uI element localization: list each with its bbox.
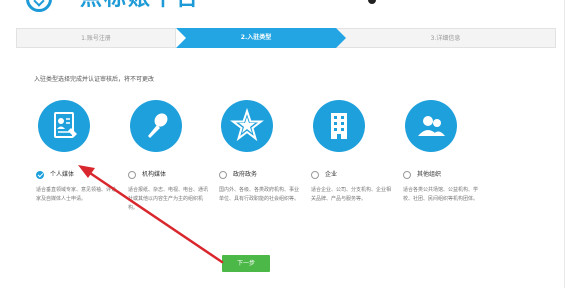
step-account-register: 1.账号注册 (16, 28, 176, 48)
option-label: 机构媒体 (142, 171, 167, 178)
microphone-icon[interactable] (130, 100, 182, 152)
option-description: 国内外、各级、各类政府机构、事业单位、具有行政职能的社会组织等。 (219, 187, 300, 202)
progress-steps: 1.账号注册 2.入驻类型 3.详细信息 (16, 28, 556, 48)
next-step-button[interactable]: 下一步 (222, 255, 270, 272)
step-details: 3.详细信息 (336, 28, 556, 48)
radio-checked-icon[interactable] (36, 171, 44, 179)
option-description: 适合垂直领域专家、意见领袖、评论家及自媒体人士申请。 (36, 187, 117, 202)
option-description: 适合企业、公司、分支机构、企业相关品牌、产品与服务等。 (311, 187, 392, 202)
option-label: 其他组织 (417, 171, 442, 178)
option-institution-media[interactable]: 机构媒体 适合报纸、杂志、电视、电台、通讯社或其他以内容生产为主的组织机构。 (128, 100, 208, 230)
option-description: 适合各类公共场馆、公益机构、学校、社团、民间组织等机构团体。 (403, 187, 479, 202)
step-settle-type: 2.入驻类型 (176, 28, 346, 48)
header: 点标账平台 (0, 0, 572, 22)
dot-icon (368, 0, 376, 4)
option-other-organization[interactable]: 其他组织 适合各类公共场馆、公益机构、学校、社团、民间组织等机构团体。 (403, 100, 483, 230)
radio-unchecked-icon[interactable] (403, 171, 411, 179)
group-people-icon[interactable] (405, 100, 457, 152)
type-hint: 入驻类型选择完成并认证审核后，将不可更改 (34, 76, 155, 83)
building-icon[interactable] (313, 100, 365, 152)
option-label: 个人媒体 (50, 171, 75, 178)
site-title: 点标账平台 (80, 0, 200, 12)
star-emblem-icon[interactable] (221, 100, 273, 152)
divider (564, 0, 565, 288)
settle-type-options: 个人媒体 适合垂直领域专家、意见领袖、评论家及自媒体人士申请。 机构媒体 适合报… (0, 100, 572, 230)
radio-unchecked-icon[interactable] (128, 171, 136, 179)
radio-unchecked-icon[interactable] (311, 171, 319, 179)
option-label: 企业 (325, 171, 338, 178)
person-document-icon[interactable] (38, 100, 90, 152)
option-enterprise[interactable]: 企业 适合企业、公司、分支机构、企业相关品牌、产品与服务等。 (311, 100, 391, 230)
logo-icon (26, 0, 52, 12)
option-personal-media[interactable]: 个人媒体 适合垂直领域专家、意见领袖、评论家及自媒体人士申请。 (36, 100, 116, 230)
option-description: 适合报纸、杂志、电视、电台、通讯社或其他以内容生产为主的组织机构。 (128, 187, 209, 211)
option-government[interactable]: 政府政务 国内外、各级、各类政府机构、事业单位、具有行政职能的社会组织等。 (219, 100, 299, 230)
radio-unchecked-icon[interactable] (219, 171, 227, 179)
option-label: 政府政务 (233, 171, 258, 178)
